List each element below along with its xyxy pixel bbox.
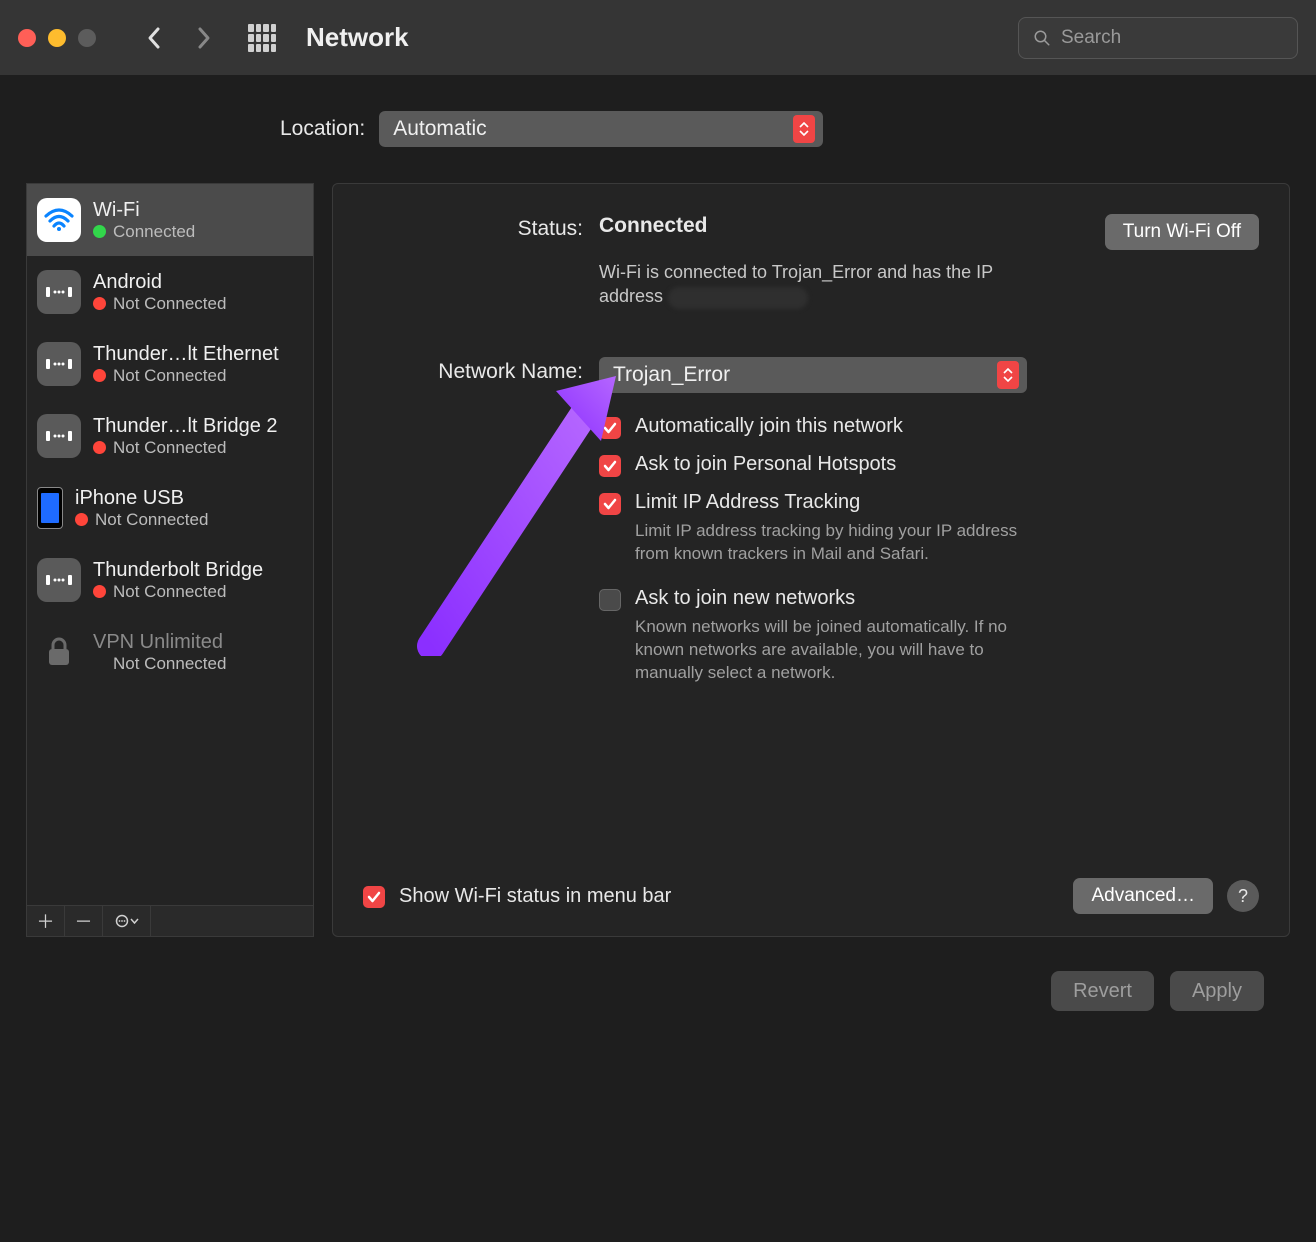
sidebar-item-label: iPhone USB: [75, 487, 208, 510]
help-button[interactable]: ?: [1227, 880, 1259, 912]
status-value: Connected: [599, 214, 708, 238]
sidebar-item-status: Not Connected: [113, 294, 226, 314]
personal-hotspots-checkbox[interactable]: [599, 455, 621, 477]
select-stepper-icon: [997, 361, 1019, 389]
show-menubar-checkbox[interactable]: [363, 886, 385, 908]
minimize-button[interactable]: [48, 29, 66, 47]
limit-ip-checkbox[interactable]: [599, 493, 621, 515]
limit-ip-label: Limit IP Address Tracking: [635, 491, 1035, 514]
limit-ip-description: Limit IP address tracking by hiding your…: [635, 520, 1035, 566]
sidebar-item-status: Connected: [113, 222, 195, 242]
show-all-prefs-button[interactable]: [248, 24, 276, 52]
location-label: Location:: [280, 117, 365, 141]
window-title: Network: [306, 22, 409, 53]
search-placeholder: Search: [1061, 27, 1121, 49]
sidebar-item-vpn-unlimited[interactable]: VPN Unlimited Not Connected: [27, 616, 313, 688]
status-dot-disconnected: [75, 513, 88, 526]
sidebar-item-label: Thunder…lt Bridge 2: [93, 415, 278, 438]
detail-panel: Status: Connected Turn Wi-Fi Off Wi-Fi i…: [332, 183, 1290, 937]
sidebar-item-thunderbolt-ethernet[interactable]: Thunder…lt Ethernet Not Connected: [27, 328, 313, 400]
ask-new-networks-checkbox[interactable]: [599, 589, 621, 611]
forward-button[interactable]: [184, 18, 224, 58]
sidebar-item-wifi[interactable]: Wi-Fi Connected: [27, 184, 313, 256]
interface-options-button[interactable]: [103, 906, 151, 936]
sidebar-item-thunderbolt-bridge-2[interactable]: Thunder…lt Bridge 2 Not Connected: [27, 400, 313, 472]
location-value: Automatic: [393, 117, 486, 141]
bottom-buttons: Revert Apply: [26, 937, 1290, 1011]
titlebar: Network Search: [0, 0, 1316, 75]
sidebar-item-status: Not Connected: [113, 582, 226, 602]
sidebar-item-label: Thunder…lt Ethernet: [93, 343, 279, 366]
sidebar-item-status: Not Connected: [113, 654, 226, 674]
sidebar-item-status: Not Connected: [113, 438, 226, 458]
turn-wifi-off-button[interactable]: Turn Wi-Fi Off: [1105, 214, 1259, 250]
revert-button[interactable]: Revert: [1051, 971, 1154, 1011]
status-dot-disconnected: [93, 369, 106, 382]
network-bridge-icon: [37, 558, 81, 602]
location-row: Location: Automatic: [280, 111, 1290, 147]
traffic-lights: [18, 29, 96, 47]
add-interface-button[interactable]: ＋: [27, 906, 65, 936]
interface-sidebar: Wi-Fi Connected Android Not Connected: [26, 183, 314, 905]
status-dot-connected: [93, 225, 106, 238]
ip-address-redacted: [668, 287, 808, 309]
personal-hotspots-label: Ask to join Personal Hotspots: [635, 453, 896, 476]
sidebar-item-iphone-usb[interactable]: iPhone USB Not Connected: [27, 472, 313, 544]
network-bridge-icon: [37, 270, 81, 314]
status-label: Status:: [363, 214, 583, 309]
location-select[interactable]: Automatic: [379, 111, 823, 147]
wifi-icon: [37, 198, 81, 242]
remove-interface-button[interactable]: －: [65, 906, 103, 936]
status-dot-disconnected: [93, 585, 106, 598]
auto-join-checkbox[interactable]: [599, 417, 621, 439]
sidebar-item-thunderbolt-bridge[interactable]: Thunderbolt Bridge Not Connected: [27, 544, 313, 616]
show-menubar-label: Show Wi-Fi status in menu bar: [399, 885, 671, 908]
apply-button[interactable]: Apply: [1170, 971, 1264, 1011]
sidebar-item-label: Thunderbolt Bridge: [93, 559, 263, 582]
advanced-button[interactable]: Advanced…: [1073, 878, 1213, 914]
lock-icon: [37, 630, 81, 674]
network-name-label: Network Name:: [363, 357, 583, 686]
sidebar-item-label: Wi-Fi: [93, 199, 195, 222]
close-button[interactable]: [18, 29, 36, 47]
maximize-button[interactable]: [78, 29, 96, 47]
network-bridge-icon: [37, 342, 81, 386]
search-field[interactable]: Search: [1018, 17, 1298, 59]
sidebar-item-status: Not Connected: [95, 510, 208, 530]
network-bridge-icon: [37, 414, 81, 458]
search-icon: [1033, 29, 1051, 47]
ask-new-networks-description: Known networks will be joined automatica…: [635, 616, 1035, 685]
select-stepper-icon: [793, 115, 815, 143]
sidebar-footer: ＋ －: [26, 905, 314, 937]
status-dot-none: [93, 657, 106, 670]
status-dot-disconnected: [93, 441, 106, 454]
back-button[interactable]: [134, 18, 174, 58]
sidebar-item-label: VPN Unlimited: [93, 631, 226, 654]
status-description: Wi-Fi is connected to Trojan_Error and h…: [599, 260, 1029, 309]
network-name-select[interactable]: Trojan_Error: [599, 357, 1027, 393]
network-name-value: Trojan_Error: [613, 363, 730, 387]
sidebar-item-status: Not Connected: [113, 366, 226, 386]
iphone-icon: [37, 487, 63, 529]
ask-new-networks-label: Ask to join new networks: [635, 587, 1035, 610]
status-dot-disconnected: [93, 297, 106, 310]
auto-join-label: Automatically join this network: [635, 415, 903, 438]
sidebar-item-label: Android: [93, 271, 226, 294]
sidebar-item-android[interactable]: Android Not Connected: [27, 256, 313, 328]
